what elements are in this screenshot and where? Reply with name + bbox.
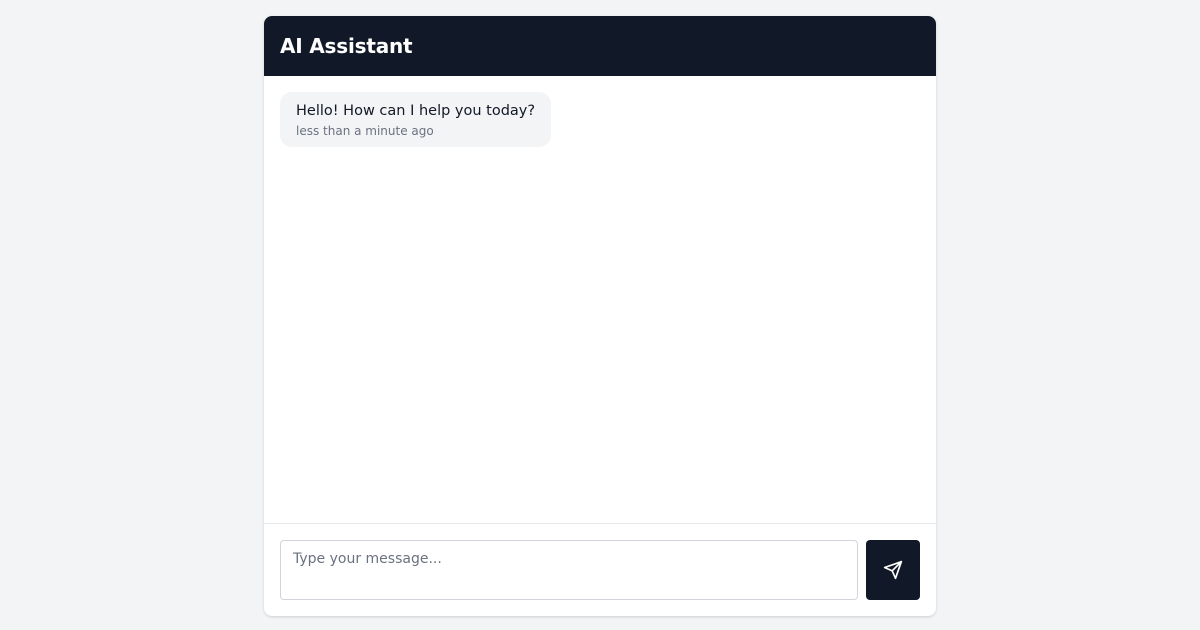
message-input[interactable]: [280, 540, 858, 600]
message-list[interactable]: Hello! How can I help you today? less th…: [264, 76, 936, 523]
assistant-message-bubble: Hello! How can I help you today? less th…: [280, 92, 552, 147]
page-title: AI Assistant: [280, 34, 413, 58]
chat-header: AI Assistant: [264, 16, 936, 76]
send-icon: [883, 560, 903, 580]
message-text: Hello! How can I help you today?: [296, 103, 536, 119]
chat-window: AI Assistant Hello! How can I help you t…: [264, 16, 936, 616]
composer: [264, 523, 936, 616]
send-button[interactable]: [866, 540, 920, 600]
message-timestamp: less than a minute ago: [296, 124, 434, 138]
